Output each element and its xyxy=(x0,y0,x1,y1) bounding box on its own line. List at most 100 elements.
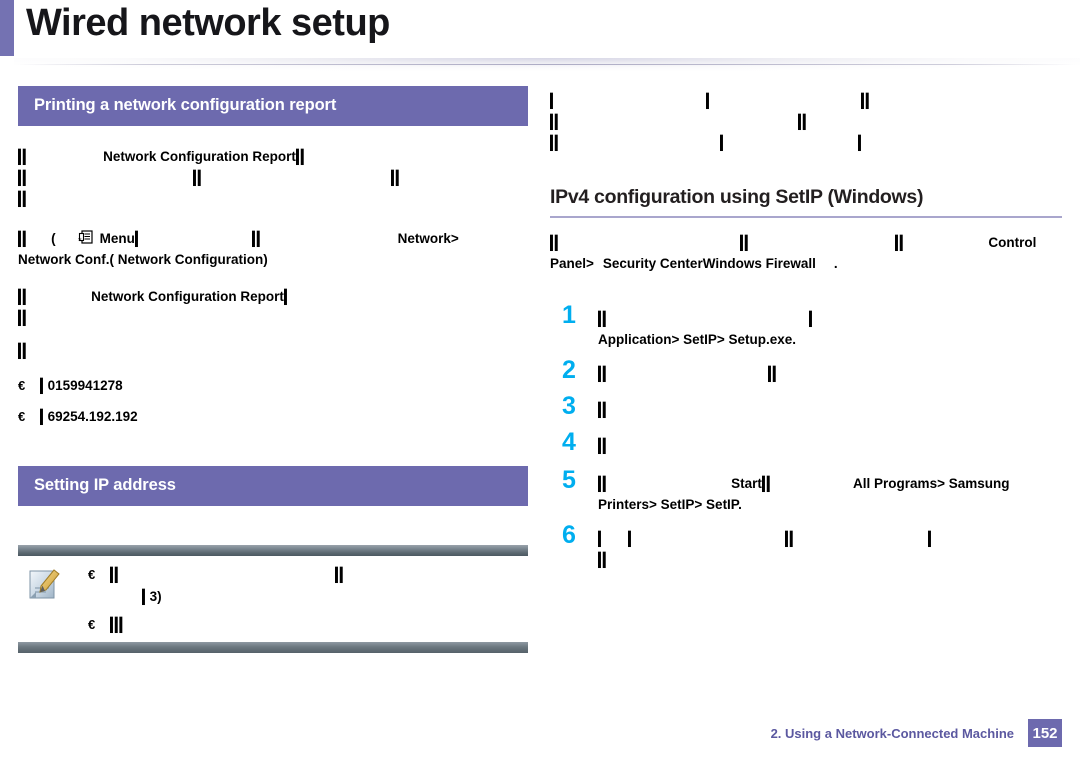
bullet-value: ▌ 0159941278 xyxy=(40,375,123,397)
note-pencil-icon xyxy=(26,564,66,604)
section-header-printing-report: Printing a network configuration report xyxy=(18,86,528,126)
note-box-top-bar xyxy=(18,545,528,556)
ui-path-start: Start xyxy=(731,476,762,491)
step-2: 2 ▌▌ ▌▌ xyxy=(550,356,1062,389)
missing-glyph: ▌ xyxy=(705,93,712,108)
missing-glyph: ▌▌ xyxy=(295,149,307,164)
intro-line-1: ▌ ▌ ▌▌ xyxy=(550,90,1062,111)
sub-heading-rule xyxy=(550,216,1062,218)
right-column: ▌ ▌ ▌▌ ▌▌ ▌▌ ▌▌ ▌ ▌ IPv4 configuration using … xyxy=(550,86,1062,579)
missing-glyph: ▌▌ xyxy=(598,438,609,453)
ui-path-security-center: Security Center xyxy=(602,256,703,271)
firewall-note-line-2: Panel> Security CenterWindows Firewall. xyxy=(550,253,1062,274)
header-divider-shadow xyxy=(14,58,1080,72)
bullet-text: 69254.192.192 xyxy=(47,409,138,424)
paragraph-report-ref-line-1: ▌▌ Network Configuration Report▌ xyxy=(18,286,528,307)
missing-glyph: ▌▌ xyxy=(798,114,809,129)
missing-glyph: ▌▌ xyxy=(740,235,751,250)
header-accent-bar xyxy=(0,0,14,56)
missing-glyph: ▌ xyxy=(142,589,148,604)
step-ui-path: Application> SetIP> Setup.exe. xyxy=(598,332,797,347)
note-box: € ▌▌ ▌▌ ▌ 3) € ▌▌▌ xyxy=(18,545,528,653)
list-item: € ▌ 69254.192.192 xyxy=(18,406,528,428)
menu-icon: * xyxy=(78,230,95,246)
step-5: 5 ▌▌ Start▌▌ All Programs> Samsung Printer… xyxy=(550,466,1062,515)
footer-chapter-label: 2. Using a Network-Connected Machine xyxy=(770,725,1014,741)
step-4: 4 ▌▌ xyxy=(550,428,1062,461)
missing-glyph: ▌ xyxy=(134,231,141,246)
step-3: 3 ▌▌ xyxy=(550,392,1062,425)
missing-glyph: ▌▌ xyxy=(598,402,609,417)
missing-glyph: ▌ xyxy=(627,531,634,546)
ui-path-all-programs-samsung: All Programs> Samsung xyxy=(853,476,1010,491)
page-footer: 2. Using a Network-Connected Machine 152 xyxy=(771,719,1062,747)
ui-path-panel: Panel> xyxy=(550,256,594,271)
missing-glyph: ▌▌ xyxy=(18,191,29,206)
note-bullet-text: 3) xyxy=(149,589,162,604)
missing-glyph: ▌ xyxy=(598,531,604,546)
step-number: 1 xyxy=(562,301,576,329)
missing-glyph: ▌▌ xyxy=(18,170,29,185)
menu-path-network-conf: Network Conf.( Network Configuration) xyxy=(18,252,268,267)
section-header-setting-ip-address: Setting IP address xyxy=(18,466,528,506)
missing-glyph: ▌▌ xyxy=(895,235,906,250)
missing-glyph: ▌ xyxy=(857,135,864,150)
missing-glyph: ▌▌ xyxy=(335,567,346,582)
missing-glyph: ▌ xyxy=(720,135,726,150)
step-6: 6 ▌ ▌ ▌▌ ▌ ▌▌ xyxy=(550,521,1062,570)
paragraph-print-report-line-3: ▌▌ xyxy=(18,188,528,209)
page-header: Wired network setup xyxy=(0,0,1080,72)
step-text: ▌ ▌ ▌▌ ▌ xyxy=(598,524,1062,549)
intro-line-3: ▌▌ ▌ ▌ xyxy=(550,132,1062,153)
missing-glyph: ▌▌ xyxy=(193,170,204,185)
svg-text:*: * xyxy=(78,236,82,246)
left-column: Printing a network configuration report … xyxy=(18,86,528,506)
missing-glyph: ▌▌ xyxy=(785,531,796,546)
period: . xyxy=(833,256,838,271)
ui-path-control: Control xyxy=(988,235,1037,250)
paragraph-report-ref-line-3: ▌▌ xyxy=(18,340,528,361)
step-number: 2 xyxy=(562,356,576,384)
missing-glyph: ▌ xyxy=(283,289,290,304)
list-item: € ▌ 0159941278 xyxy=(18,375,528,397)
step-text: ▌▌ ▌ xyxy=(598,304,1062,329)
missing-glyph: ▌ xyxy=(928,531,934,546)
missing-glyph: ▌▌ xyxy=(768,366,779,381)
intro-line-2: ▌▌ ▌▌ xyxy=(550,111,1062,132)
page-title: Wired network setup xyxy=(26,2,390,44)
term-network-configuration-report-2: Network Configuration Report xyxy=(91,289,284,304)
missing-glyph: ▌▌ xyxy=(861,93,872,108)
missing-glyph: ▌▌ xyxy=(18,149,29,164)
bullet-mark: € xyxy=(18,378,26,393)
missing-glyph: ▌▌ xyxy=(18,289,29,304)
missing-glyph: ▌▌ xyxy=(18,343,29,358)
step-text: ▌▌ ▌▌ xyxy=(598,359,1062,384)
missing-glyph: ▌▌ xyxy=(598,311,609,326)
sub-heading-ipv4-setip: IPv4 configuration using SetIP (Windows) xyxy=(550,186,924,208)
missing-glyph: ▌▌ xyxy=(550,114,561,129)
step-number: 4 xyxy=(562,428,576,456)
note-list-item-continuation: ▌ 3) xyxy=(88,586,528,608)
open-paren: ( xyxy=(51,231,56,246)
step-text-continuation: ▌▌ xyxy=(598,549,1062,570)
step-number: 6 xyxy=(562,521,576,549)
missing-glyph: ▌▌ xyxy=(110,567,121,582)
missing-glyph: ▌▌ xyxy=(761,476,773,491)
missing-glyph: ▌ xyxy=(809,311,815,326)
missing-glyph: ▌ xyxy=(40,409,46,424)
bullet-text: 0159941278 xyxy=(47,378,123,393)
button-menu-label: Menu xyxy=(99,231,135,246)
note-box-bottom-bar xyxy=(18,642,528,653)
missing-glyph: ▌▌ xyxy=(252,231,263,246)
step-text: ▌▌ Start▌▌ All Programs> Samsung xyxy=(598,469,1062,494)
missing-glyph: ▌▌▌ xyxy=(110,617,125,632)
missing-glyph: ▌ xyxy=(40,378,46,393)
menu-path-network: Network> xyxy=(397,231,459,246)
missing-glyph: ▌▌ xyxy=(18,231,29,246)
missing-glyph: ▌▌ xyxy=(598,476,609,491)
missing-glyph: ▌▌ xyxy=(550,135,561,150)
firewall-note-line-1: ▌▌ ▌▌ ▌▌ Control xyxy=(550,232,1062,253)
missing-glyph: ▌ xyxy=(550,93,556,108)
missing-glyph: ▌▌ xyxy=(598,366,609,381)
missing-glyph: ▌▌ xyxy=(18,310,29,325)
